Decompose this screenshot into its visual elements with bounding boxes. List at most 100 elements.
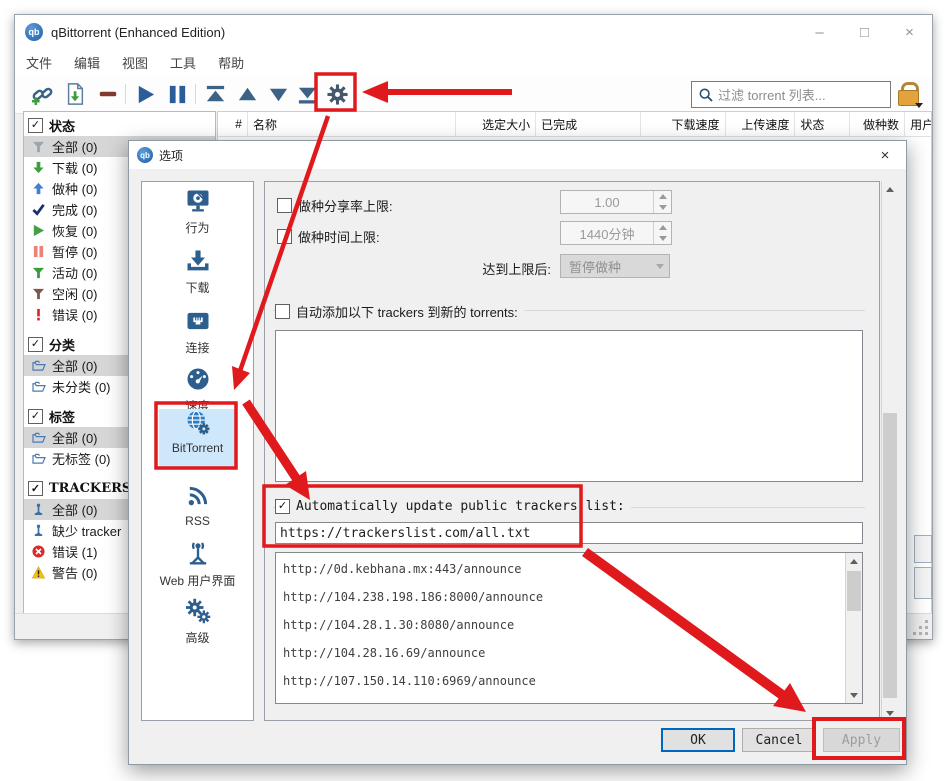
menu-tools[interactable]: 工具 (159, 53, 207, 72)
pause-button[interactable] (164, 81, 190, 107)
auto-update-trackers-checkbox[interactable]: ✓ (275, 499, 290, 514)
spin-up-icon[interactable] (654, 191, 671, 202)
add-torrent-link-button[interactable] (29, 81, 55, 107)
reach-limit-label: 达到上限后: (415, 259, 551, 278)
trackers-list-url-input[interactable]: https://trackerslist.com/all.txt (275, 522, 863, 544)
options-nav: 行为 下载 连接 速度 (141, 181, 254, 721)
funnel-icon (31, 287, 46, 301)
public-trackers-list[interactable]: http://0d.kebhana.mx:443/announce http:/… (275, 552, 863, 704)
column-upload-speed[interactable]: 上传速度 (726, 112, 796, 136)
table-scrollbar[interactable] (914, 535, 931, 613)
tracker-list-scrollbar[interactable] (845, 553, 862, 703)
status-checkbox[interactable]: ✓ (28, 118, 43, 133)
tracker-entry: http://107.150.14.110:6969/announce (276, 667, 862, 695)
add-torrent-file-button[interactable] (62, 81, 88, 107)
nav-rss[interactable]: RSS (148, 482, 247, 534)
pause-icon (166, 83, 189, 106)
bittorrent-settings-panel: 做种分享率上限: 1.00 做种时间上限: 1440分钟 达到上限后: 暂停做种… (264, 181, 880, 721)
options-dialog: qb 选项 × 行为 下载 连接 (128, 140, 907, 765)
reach-limit-select[interactable]: 暂停做种 (560, 254, 670, 278)
move-top-icon (204, 83, 227, 106)
move-down-button[interactable] (265, 81, 291, 107)
nav-connection[interactable]: 连接 (148, 307, 247, 359)
tag-checkbox[interactable]: ✓ (28, 409, 43, 424)
dialog-close-button[interactable]: × (864, 141, 906, 169)
menu-help[interactable]: 帮助 (207, 53, 255, 72)
tracker-entry: http://0d.kebhana.mx:443/announce (276, 555, 862, 583)
upload-arrow-icon (31, 182, 46, 196)
lock-button[interactable] (895, 81, 921, 107)
search-placeholder: 过滤 torrent 列表... (718, 85, 826, 104)
seed-time-checkbox[interactable] (277, 229, 292, 244)
options-button[interactable] (324, 81, 350, 107)
check-icon (31, 203, 46, 217)
download-arrow-icon (31, 161, 46, 175)
ok-button[interactable]: OK (661, 728, 735, 752)
maximize-button[interactable]: □ (842, 15, 887, 49)
column-seeds[interactable]: 做种数 (850, 112, 905, 136)
scroll-down-icon[interactable] (882, 705, 898, 721)
auto-add-trackers-row[interactable]: 自动添加以下 trackers 到新的 torrents: (275, 302, 524, 321)
delete-torrent-button[interactable] (95, 81, 121, 107)
scroll-thumb[interactable] (883, 413, 897, 698)
menu-view[interactable]: 视图 (111, 53, 159, 72)
options-scrollbar[interactable] (881, 181, 898, 721)
seed-ratio-checkbox[interactable] (277, 198, 292, 213)
nav-downloads[interactable]: 下载 (148, 247, 247, 299)
nav-behavior[interactable]: 行为 (148, 187, 247, 239)
resize-grip[interactable] (911, 618, 929, 636)
spin-up-icon[interactable] (654, 222, 671, 233)
seed-time-spinner[interactable]: 1440分钟 (560, 221, 672, 245)
column-completed[interactable]: 已完成 (536, 112, 641, 136)
search-input[interactable]: 过滤 torrent 列表... (691, 81, 891, 108)
folder-icon (31, 431, 46, 445)
seed-ratio-limit-row[interactable]: 做种分享率上限: (277, 196, 393, 215)
menu-file[interactable]: 文件 (15, 53, 63, 72)
scroll-down-icon[interactable] (846, 687, 862, 703)
filter-status-header[interactable]: ✓ 状态 (24, 114, 215, 136)
menu-edit[interactable]: 编辑 (63, 53, 111, 72)
menu-bar: 文件 编辑 视图 工具 帮助 (15, 49, 932, 76)
auto-add-trackers-checkbox[interactable] (275, 304, 290, 319)
column-download-speed[interactable]: 下载速度 (641, 112, 726, 136)
auto-update-trackers-row[interactable]: ✓ Automatically update public trackers l… (275, 499, 631, 514)
dialog-title-bar[interactable]: qb 选项 × (129, 141, 906, 169)
webui-icon (184, 540, 212, 568)
spin-down-icon[interactable] (654, 202, 671, 213)
connection-icon (184, 307, 212, 335)
cancel-button[interactable]: Cancel (742, 728, 816, 752)
column-selected-size[interactable]: 选定大小 (456, 112, 536, 136)
column-user[interactable]: 用户 (905, 112, 931, 136)
column-status[interactable]: 状态 (795, 112, 850, 136)
trackers-checkbox[interactable]: ✓ (28, 481, 43, 496)
column-number[interactable]: # (218, 112, 248, 136)
nav-webui[interactable]: Web 用户界面 (148, 540, 247, 592)
title-bar[interactable]: qb qBittorrent (Enhanced Edition) – □ × (15, 15, 932, 49)
toolbar: 过滤 torrent 列表... (15, 76, 932, 114)
seed-time-limit-row[interactable]: 做种时间上限: (277, 227, 380, 246)
resume-button[interactable] (132, 81, 158, 107)
link-add-icon (31, 83, 54, 106)
additional-trackers-textarea[interactable] (275, 330, 863, 482)
spin-down-icon[interactable] (654, 233, 671, 244)
column-name[interactable]: 名称 (248, 112, 456, 136)
nav-bittorrent[interactable]: BitTorrent (159, 409, 236, 467)
speed-icon (184, 365, 212, 393)
seed-ratio-spinner[interactable]: 1.00 (560, 190, 672, 214)
move-up-button[interactable] (234, 81, 260, 107)
tracker-entry: http://104.238.198.186:8000/announce (276, 583, 862, 611)
minimize-button[interactable]: – (797, 15, 842, 49)
category-checkbox[interactable]: ✓ (28, 337, 43, 352)
move-up-icon (236, 83, 259, 106)
move-bottom-button[interactable] (294, 81, 320, 107)
scroll-thumb[interactable] (847, 571, 861, 611)
scroll-up-icon[interactable] (882, 181, 898, 197)
apply-button[interactable]: Apply (823, 728, 900, 752)
chevron-down-icon (651, 264, 669, 269)
play-icon (31, 224, 46, 238)
scroll-up-icon[interactable] (846, 553, 862, 569)
rss-icon (184, 482, 212, 510)
move-top-button[interactable] (202, 81, 228, 107)
close-button[interactable]: × (887, 15, 932, 49)
nav-advanced[interactable]: 高级 (148, 597, 247, 649)
